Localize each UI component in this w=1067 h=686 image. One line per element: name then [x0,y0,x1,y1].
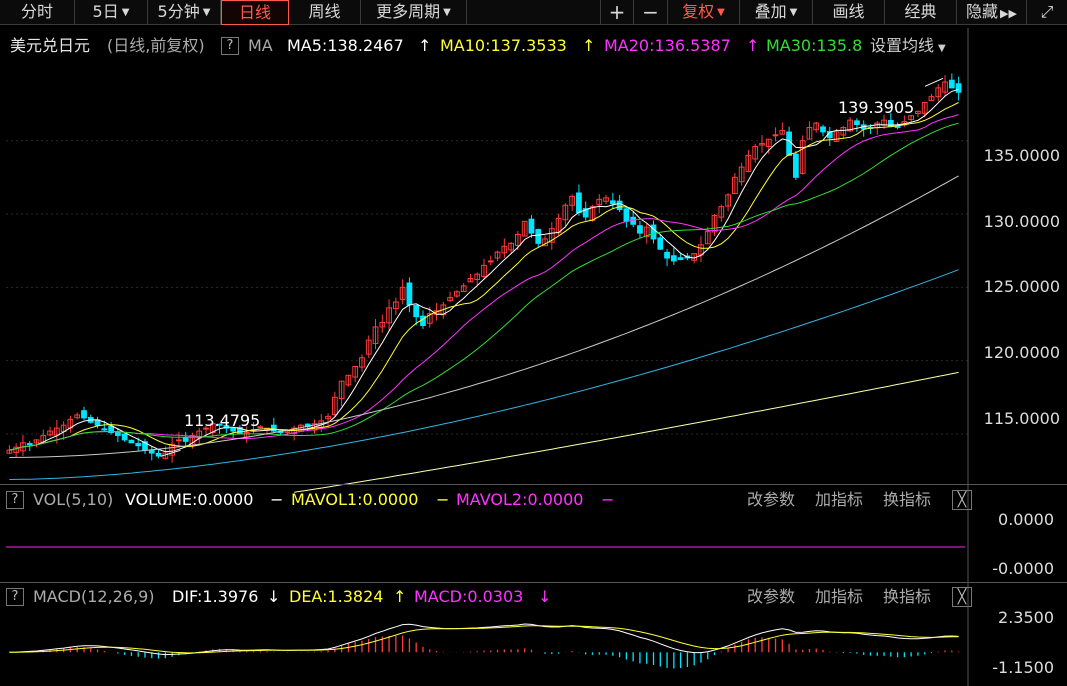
candle [609,200,616,205]
candle [406,282,413,306]
ma250-line [294,371,959,493]
dash-icon: − [270,490,284,509]
arrow-down-icon: ↓ [538,587,552,606]
candle [948,79,955,89]
candle [81,410,87,419]
close-icon[interactable]: ╳ [952,587,972,607]
candle [182,437,189,442]
vol-tick: -0.0000 [992,559,1054,578]
macd-tick: -1.1500 [992,658,1054,677]
vol-tick: 0.0000 [998,510,1054,529]
candle [535,229,542,244]
candle [664,251,670,259]
macd-value: MACD:0.0303 [414,587,524,606]
price-tick: 125.0000 [983,277,1060,296]
candle [487,260,494,263]
candle [135,443,142,447]
macd-indicator-name: MACD(12,26,9) [33,587,155,606]
candle [616,200,623,211]
dea-value: DEA:1.3824 [289,587,384,606]
candle [101,428,108,431]
macd-tick: 2.3500 [998,608,1054,627]
candle [670,255,677,262]
help-icon[interactable]: ? [6,491,24,509]
candle [121,433,128,441]
price-tick: 130.0000 [983,212,1060,231]
pane-divider [0,582,1067,583]
candle [820,126,826,133]
candle [657,237,664,250]
change-params-button[interactable]: 改参数 [747,585,795,609]
candle [772,134,779,137]
dash-icon: − [436,490,450,509]
vol-indicator-name: VOL(5,10) [33,490,114,509]
add-indicator-button[interactable]: 加指标 [815,488,863,512]
candle [26,443,33,446]
arrow-down-icon: ↓ [267,587,281,606]
candle [793,153,799,178]
change-params-button[interactable]: 改参数 [747,488,795,512]
swap-indicator-button[interactable]: 换指标 [883,585,931,609]
swap-indicator-button[interactable]: 换指标 [883,488,931,512]
candle [637,225,643,234]
candle [413,304,420,318]
dif-value: DIF:1.3976 [172,587,259,606]
add-indicator-button[interactable]: 加指标 [815,585,863,609]
candle [528,218,535,234]
pane-divider [0,484,1067,485]
dash-icon: − [601,490,615,509]
candle [576,192,582,214]
price-tick: 115.0000 [983,409,1060,428]
high-marker-arrow [924,77,944,87]
candle [623,208,630,222]
candle [176,439,182,442]
price-tick: 135.0000 [983,146,1060,165]
candle [677,257,684,260]
volume-legend: ? VOL(5,10) VOLUME:0.0000 − MAVOL1:0.000… [0,488,1067,512]
mavol1-value: MAVOL1:0.0000 [291,490,419,509]
help-icon[interactable]: ? [6,588,24,606]
price-tick: 120.0000 [983,343,1060,362]
candle [148,449,155,454]
volume-value: VOLUME:0.0000 [125,490,254,509]
candle [128,439,135,444]
candle [854,120,860,126]
mavol2-value: MAVOL2:0.0000 [456,490,584,509]
candle [155,453,162,457]
arrow-up-icon: ↑ [393,587,407,606]
low-price-label: 113.4795 [184,411,261,430]
candle [955,83,962,93]
candle [786,131,792,156]
ma30-line [9,122,959,451]
close-icon[interactable]: ╳ [952,490,972,510]
high-price-label: 139.3905 [838,98,915,117]
macd-legend: ? MACD(12,26,9) DIF:1.3976 ↓ DEA:1.3824 … [0,585,1067,609]
